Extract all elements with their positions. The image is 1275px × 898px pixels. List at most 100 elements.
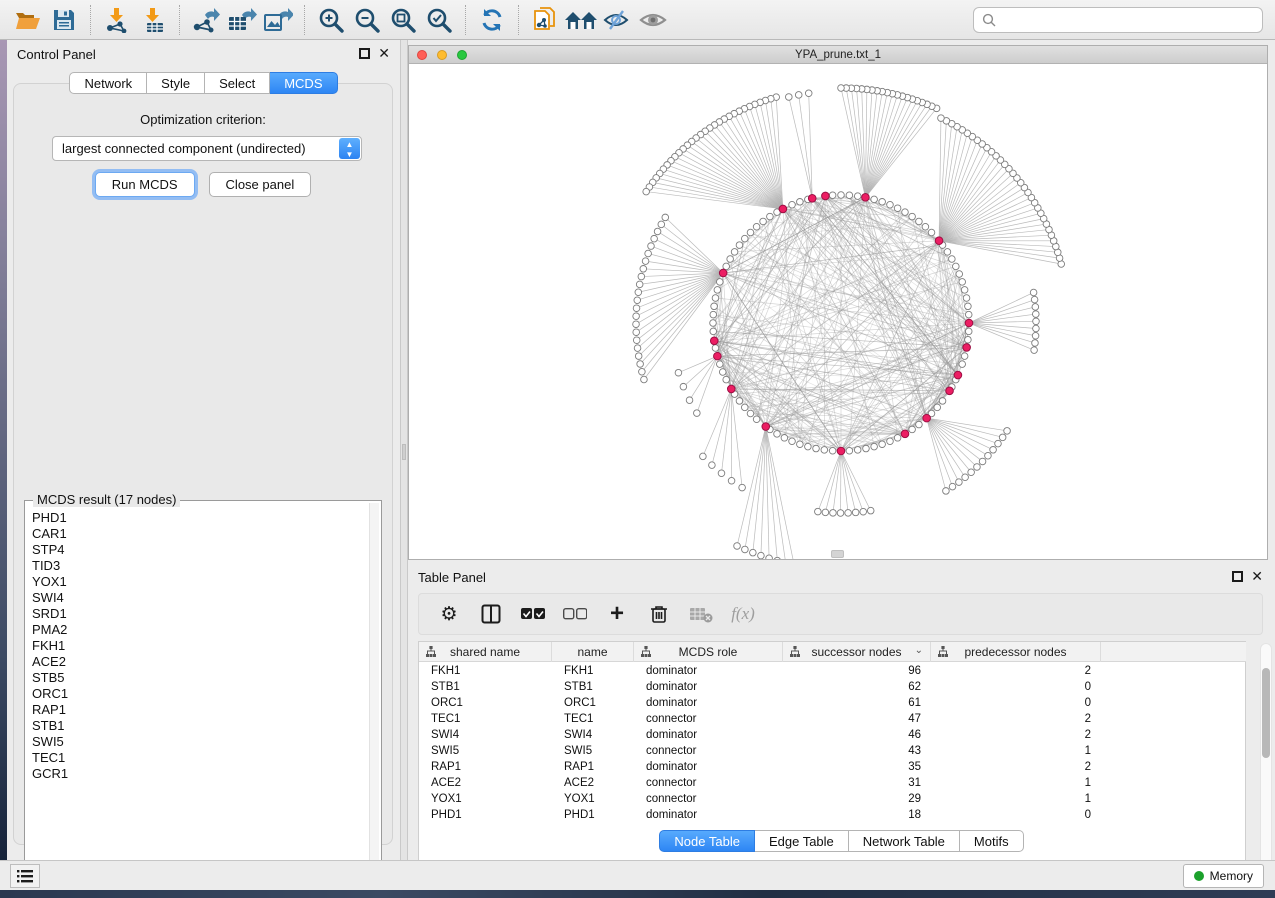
network-leaf-node[interactable]	[648, 243, 655, 250]
network-node[interactable]	[879, 441, 886, 448]
network-leaf-node[interactable]	[766, 555, 773, 559]
network-node[interactable]	[916, 421, 923, 428]
network-leaf-node[interactable]	[774, 557, 781, 559]
network-leaf-node[interactable]	[637, 361, 644, 368]
network-node[interactable]	[846, 192, 853, 199]
network-node[interactable]	[854, 447, 861, 454]
network-leaf-node[interactable]	[1032, 340, 1039, 347]
network-leaf-node[interactable]	[795, 92, 802, 99]
table-row[interactable]: RAP1RAP1dominator352	[419, 759, 1101, 775]
network-leaf-node[interactable]	[1031, 347, 1038, 354]
network-leaf-node[interactable]	[995, 440, 1002, 447]
network-leaf-node[interactable]	[985, 452, 992, 459]
tab-node-table[interactable]: Node Table	[659, 830, 755, 852]
network-leaf-node[interactable]	[938, 115, 945, 122]
divider-grip[interactable]	[402, 444, 406, 460]
sort-chevron-icon[interactable]: ⌄	[915, 645, 923, 656]
canvas-split-grip[interactable]	[831, 550, 844, 558]
network-leaf-node[interactable]	[634, 345, 641, 352]
mcds-hub-node[interactable]	[719, 269, 727, 277]
network-leaf-node[interactable]	[694, 410, 701, 417]
network-node[interactable]	[894, 434, 901, 441]
mcds-hub-node[interactable]	[901, 430, 909, 438]
network-leaf-node[interactable]	[949, 483, 956, 490]
mcds-result-item[interactable]: SWI5	[32, 734, 370, 750]
mcds-hub-node[interactable]	[710, 337, 718, 345]
network-node[interactable]	[797, 198, 804, 205]
network-node[interactable]	[949, 256, 956, 263]
import-network-button[interactable]	[99, 3, 135, 37]
network-node[interactable]	[838, 192, 845, 199]
mcds-result-item[interactable]: TEC1	[32, 750, 370, 766]
show-columns-button[interactable]	[479, 602, 503, 626]
tab-style[interactable]: Style	[147, 72, 205, 94]
mcds-list-scrollbar[interactable]	[369, 503, 379, 875]
network-node[interactable]	[928, 229, 935, 236]
network-leaf-node[interactable]	[633, 305, 640, 312]
network-node[interactable]	[863, 445, 870, 452]
network-node[interactable]	[714, 287, 721, 294]
zoom-out-button[interactable]	[349, 3, 385, 37]
network-node[interactable]	[760, 218, 767, 225]
network-leaf-node[interactable]	[641, 376, 648, 383]
network-node[interactable]	[753, 223, 760, 230]
mcds-hub-node[interactable]	[762, 423, 770, 431]
network-leaf-node[interactable]	[750, 549, 757, 556]
network-node[interactable]	[829, 447, 836, 454]
network-leaf-node[interactable]	[822, 509, 829, 516]
network-leaf-node[interactable]	[638, 273, 645, 280]
network-node[interactable]	[727, 256, 734, 263]
memory-button[interactable]: Memory	[1183, 864, 1264, 888]
mcds-result-item[interactable]: SRD1	[32, 606, 370, 622]
network-node[interactable]	[774, 431, 781, 438]
mcds-result-item[interactable]: ORC1	[32, 686, 370, 702]
network-node[interactable]	[710, 320, 717, 327]
network-node[interactable]	[736, 398, 743, 405]
network-window-titlebar[interactable]: YPA_prune.txt_1	[409, 46, 1267, 64]
network-leaf-node[interactable]	[654, 228, 661, 235]
network-leaf-node[interactable]	[700, 453, 707, 460]
network-node[interactable]	[944, 249, 951, 256]
table-row[interactable]: SWI4SWI4dominator462	[419, 727, 1101, 743]
network-node[interactable]	[747, 229, 754, 236]
table-scrollbar-thumb[interactable]	[1262, 668, 1270, 758]
hide-selected-button[interactable]	[599, 3, 635, 37]
network-leaf-node[interactable]	[633, 337, 640, 344]
deselect-all-rows-button[interactable]	[563, 602, 587, 626]
network-leaf-node[interactable]	[1032, 332, 1039, 339]
network-node[interactable]	[829, 192, 836, 199]
mcds-result-item[interactable]: PHD1	[32, 510, 370, 526]
network-node[interactable]	[767, 213, 774, 220]
network-node[interactable]	[902, 209, 909, 216]
network-node[interactable]	[965, 311, 972, 318]
network-node[interactable]	[879, 198, 886, 205]
show-all-button[interactable]	[635, 3, 671, 37]
tab-network-table[interactable]: Network Table	[849, 830, 960, 852]
column-header-MCDS-role[interactable]: MCDS role	[634, 642, 783, 662]
network-node[interactable]	[846, 447, 853, 454]
network-leaf-node[interactable]	[962, 474, 969, 481]
mcds-hub-node[interactable]	[923, 414, 931, 422]
network-node[interactable]	[963, 295, 970, 302]
table-row[interactable]: FKH1FKH1dominator962	[419, 663, 1101, 679]
network-leaf-node[interactable]	[633, 329, 640, 336]
table-row[interactable]: STB1STB1dominator620	[419, 679, 1101, 695]
network-node[interactable]	[922, 223, 929, 230]
select-first-neighbors-button[interactable]	[563, 3, 599, 37]
network-node[interactable]	[934, 404, 941, 411]
network-leaf-node[interactable]	[758, 552, 765, 559]
tab-motifs[interactable]: Motifs	[960, 830, 1024, 852]
create-column-button[interactable]: +	[605, 602, 629, 626]
network-leaf-node[interactable]	[636, 281, 643, 288]
network-leaf-node[interactable]	[1033, 325, 1040, 332]
network-graph[interactable]	[409, 64, 1267, 559]
run-mcds-button[interactable]: Run MCDS	[95, 172, 195, 197]
network-leaf-node[interactable]	[990, 446, 997, 453]
mcds-result-item[interactable]: FKH1	[32, 638, 370, 654]
mcds-result-item[interactable]: SWI4	[32, 590, 370, 606]
table-row[interactable]: PHD1PHD1dominator180	[419, 807, 1101, 823]
new-network-from-selection-button[interactable]	[527, 3, 563, 37]
table-row[interactable]: SWI5SWI5connector431	[419, 743, 1101, 759]
network-leaf-node[interactable]	[633, 321, 640, 328]
network-node[interactable]	[741, 404, 748, 411]
